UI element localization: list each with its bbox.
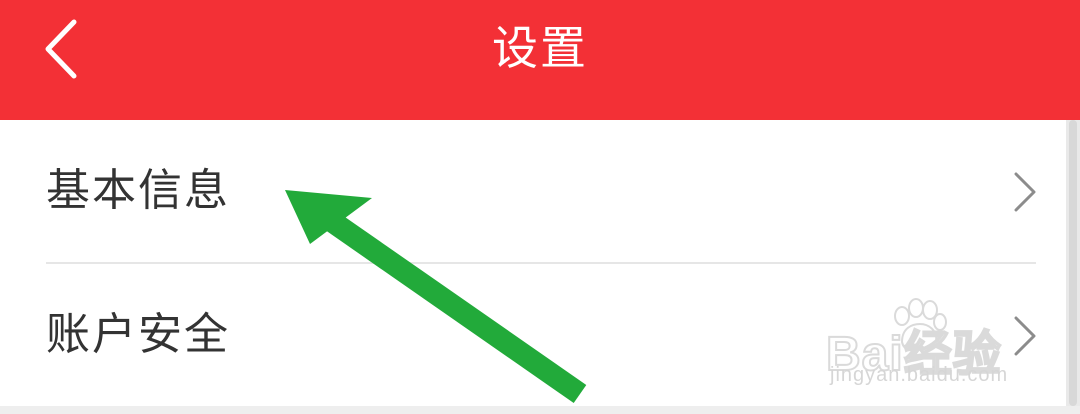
settings-item-account-security[interactable]: 账户安全 [0, 264, 1066, 406]
settings-list: 基本信息 账户安全 [0, 120, 1066, 406]
page-title: 设置 [492, 21, 588, 75]
chevron-right-icon [1014, 316, 1036, 356]
scrollbar-thumb[interactable] [1069, 120, 1077, 406]
chevron-right-icon [1014, 172, 1036, 212]
settings-item-label: 基本信息 [46, 165, 230, 216]
settings-item-basic-info[interactable]: 基本信息 [0, 120, 1066, 264]
header-bar: 设置 [0, 0, 1080, 120]
settings-item-label: 账户安全 [46, 309, 230, 360]
settings-screen: 设置 基本信息 账户安全 Bai经验 jingyan.baidu.com [0, 0, 1080, 414]
list-bottom-spacer [0, 406, 1080, 414]
